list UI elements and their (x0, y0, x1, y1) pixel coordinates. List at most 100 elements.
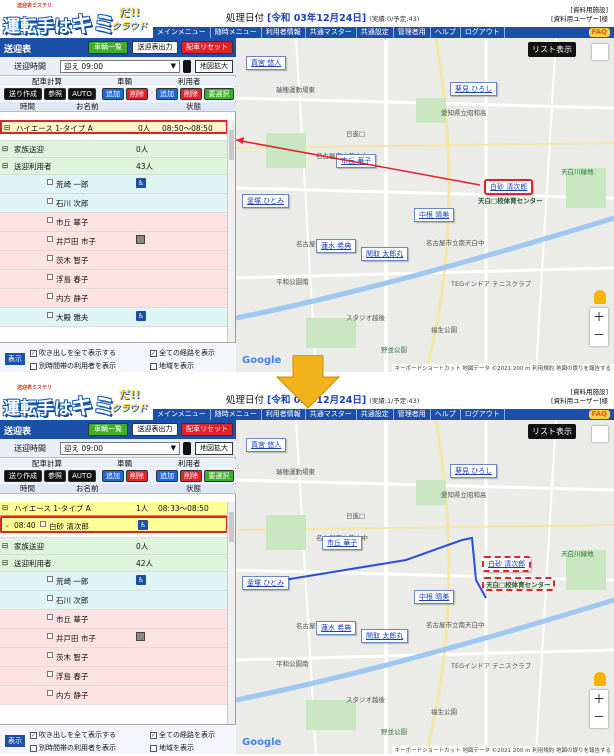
map-pin[interactable]: 釜塚 ひとみ (242, 194, 290, 208)
map-pin[interactable]: 葵見 ひろし (450, 464, 498, 478)
checkbox-icon[interactable] (47, 255, 53, 261)
map-pin[interactable]: 真宮 悠人 (246, 56, 287, 70)
menu-admin[interactable]: 管理者用 (394, 409, 431, 420)
person-row[interactable]: 荒崎 一郎 ♿ (0, 572, 228, 591)
add-vehicle-button[interactable]: 追加 (102, 470, 124, 482)
show-other-time-checkbox[interactable]: 別時間帯の利用者を表示 (30, 743, 116, 753)
menu-logout[interactable]: ログアウト (461, 27, 505, 38)
show-all-routes-checkbox[interactable]: ✓ 全ての経路を表示 (150, 348, 215, 358)
reference-button[interactable]: 参照 (44, 88, 66, 100)
dispatch-reset-button[interactable]: 配車リセット (181, 423, 233, 436)
menu-admin[interactable]: 管理者用 (394, 27, 431, 38)
menu-settings[interactable]: 共通設定 (357, 27, 394, 38)
checkbox-icon[interactable] (47, 576, 53, 582)
person-row[interactable]: 内方 静子 (0, 686, 228, 705)
faq-button[interactable]: FAQ (588, 28, 610, 37)
menu-logout[interactable]: ログアウト (461, 409, 505, 420)
group-row[interactable]: ⊟ 送迎利用者 42人 (0, 555, 228, 572)
time-select[interactable]: 迎え 09:00 ▼ (60, 60, 180, 73)
map-pin[interactable]: 蓮水 希典 (316, 239, 357, 253)
delete-user-button[interactable]: 削除 (180, 88, 202, 100)
reference-button[interactable]: 参照 (44, 470, 66, 482)
map-pin[interactable]: 真宮 悠人 (246, 438, 287, 452)
menu-master[interactable]: 共通マスター (306, 27, 357, 38)
checkbox-icon[interactable] (47, 274, 53, 280)
add-vehicle-button[interactable]: 追加 (102, 88, 124, 100)
menu-master[interactable]: 共通マスター (306, 409, 357, 420)
show-balloons-checkbox[interactable]: ✓ 吹き出しを全て表示する (30, 730, 116, 740)
map-pin[interactable]: 関取 太郎丸 (361, 629, 409, 643)
checkbox-icon[interactable] (47, 690, 53, 696)
menu-help[interactable]: ヘルプ (431, 27, 461, 38)
list-view-button[interactable]: リスト表示 (528, 42, 576, 57)
map-pin[interactable]: 中根 晴美 (414, 590, 455, 604)
person-row[interactable]: 井戸田 市子 (0, 232, 228, 251)
add-user-button[interactable]: 追加 (156, 88, 178, 100)
checkbox-icon[interactable] (47, 652, 53, 658)
auto-button[interactable]: AUTO (68, 470, 96, 482)
person-row[interactable]: 石川 次郎 (0, 591, 228, 610)
show-balloons-checkbox[interactable]: ✓ 吹き出しを全て表示する (30, 348, 116, 358)
menu-main[interactable]: メインメニュー (153, 409, 211, 420)
map-zoom-button[interactable]: 地図拡大 (195, 442, 233, 455)
map-pin[interactable]: 葵見 ひろし (450, 82, 498, 96)
faq-button[interactable]: FAQ (588, 410, 610, 419)
person-row[interactable]: 大殿 雅夫 ♿ (0, 308, 228, 327)
person-row[interactable]: 茨木 智子 (0, 648, 228, 667)
pegman-icon[interactable] (594, 290, 606, 304)
menu-help[interactable]: ヘルプ (431, 409, 461, 420)
show-area-checkbox[interactable]: 地域を表示 (150, 361, 194, 371)
checkbox-icon[interactable] (47, 671, 53, 677)
map-pin-assigned[interactable]: 白砂 清次郎 (482, 556, 532, 572)
checkbox-icon[interactable] (47, 198, 53, 204)
checkbox-icon[interactable] (47, 633, 53, 639)
pegman-icon[interactable] (594, 672, 606, 686)
delete-vehicle-button[interactable]: 削除 (126, 470, 148, 482)
person-row[interactable]: 内方 静子 (0, 289, 228, 308)
show-other-time-checkbox[interactable]: 別時間帯の利用者を表示 (30, 361, 116, 371)
list-scrollbar[interactable] (227, 502, 235, 724)
assigned-passenger-row[interactable]: ⌄ 08:40 白砂 清次郎 ♿ (0, 516, 228, 533)
person-row[interactable]: 石川 次郎 (0, 194, 228, 213)
select-required-button[interactable]: 要選択 (204, 470, 234, 482)
person-row[interactable]: 荒崎 一郎 ♿ (0, 175, 228, 194)
checkbox-icon[interactable] (47, 236, 53, 242)
person-row[interactable]: 市丘 華子 (0, 610, 228, 629)
list-scrollbar[interactable] (227, 120, 235, 342)
show-all-routes-checkbox[interactable]: ✓ 全ての経路を表示 (150, 730, 215, 740)
map-area[interactable]: 瑞穂運動場東 日進□ 愛知県立昭和高 名古屋市立萩山中 名古屋市立汐路小 名古屋… (236, 420, 614, 754)
vehicle-row[interactable]: ⊟ ハイエース 1-タイプ A 1人 08:33～08:50 (0, 502, 228, 516)
menu-settings[interactable]: 共通設定 (357, 409, 394, 420)
group-row[interactable]: ⊟ 送迎利用者 43人 (0, 158, 228, 175)
app-logo[interactable]: 送迎表ミステリ 運転手はキミ だ!! クラウド (3, 384, 153, 420)
create-return-button[interactable]: 送り作成 (4, 470, 42, 482)
person-row[interactable]: 浮島 春子 (0, 270, 228, 289)
menu-users[interactable]: 利用者情報 (262, 27, 306, 38)
map-area[interactable]: 瑞穂運動場東 日進□ 愛知県立昭和高 名古屋市立萩山中 名古屋市立汐路小 名古屋… (236, 38, 614, 372)
person-row[interactable]: 市丘 華子 (0, 213, 228, 232)
zoom-control[interactable]: ＋－ (590, 308, 608, 346)
menu-main[interactable]: メインメニュー (153, 27, 211, 38)
auto-button[interactable]: AUTO (68, 88, 96, 100)
list-view-button[interactable]: リスト表示 (528, 424, 576, 439)
person-row[interactable]: 井戸田 市子 (0, 629, 228, 648)
print-schedule-button[interactable]: 送迎表出力 (132, 423, 178, 436)
toggle-switch[interactable] (183, 60, 191, 73)
dispatch-reset-button[interactable]: 配車リセット (181, 41, 233, 54)
toggle-switch[interactable] (183, 442, 191, 455)
person-row[interactable]: 浮島 春子 (0, 667, 228, 686)
checkbox-icon[interactable] (47, 312, 53, 318)
delete-vehicle-button[interactable]: 削除 (126, 88, 148, 100)
map-pin[interactable]: 中根 晴美 (414, 208, 455, 222)
group-row[interactable]: ⊟ 家族送迎 0人 (0, 141, 228, 158)
map-pin[interactable]: 蓮水 希典 (316, 621, 357, 635)
map-pin-highlighted[interactable]: 白砂 清次郎 (484, 179, 534, 195)
vehicle-list-button[interactable]: 車輌一覧 (88, 423, 128, 436)
map-pin[interactable]: 釜塚 ひとみ (242, 576, 290, 590)
checkbox-icon[interactable] (47, 179, 53, 185)
map-zoom-button[interactable]: 地図拡大 (195, 60, 233, 73)
map-pin[interactable]: 市丘 華子 (322, 536, 363, 550)
menu-adhoc[interactable]: 随時メニュー (211, 409, 262, 420)
vehicle-row[interactable]: ⊟ ハイエース 1-タイプ A 0人 08:50～08:50 (0, 120, 228, 134)
zoom-control[interactable]: ＋－ (590, 690, 608, 728)
